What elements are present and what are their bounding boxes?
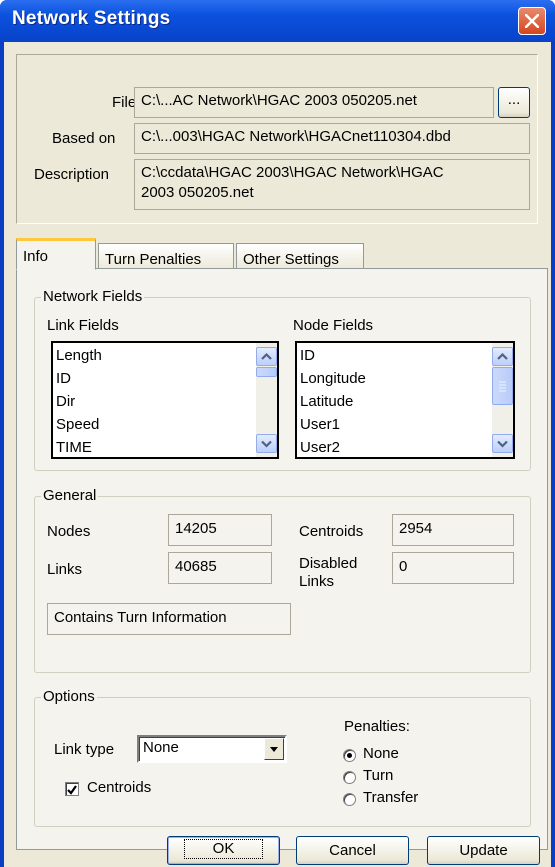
nodes-label: Nodes [47,523,91,540]
options-legend: Options [41,688,97,705]
dropdown-button[interactable] [264,738,284,760]
tab-turn-penalties[interactable]: Turn Penalties [98,243,234,269]
node-fields-label: Node Fields [293,317,374,334]
scroll-down-button[interactable] [492,434,513,453]
scroll-up-button[interactable] [492,347,513,366]
network-fields-legend: Network Fields [41,288,145,305]
chevron-down-icon [261,440,272,448]
centroids-value: 2954 [392,514,514,546]
list-item[interactable]: Dir [56,393,75,410]
link-type-label: Link type [54,741,115,758]
scroll-thumb[interactable] [492,367,513,405]
ok-button[interactable]: OK [167,836,280,865]
tab-panel-info: Network Fields Link Fields Node Fields L… [16,268,548,850]
centroids-checkbox[interactable] [65,782,79,796]
link-fields-label: Link Fields [47,317,119,334]
based-on-label: Based on [52,130,116,147]
penalties-label: Penalties: [344,718,410,735]
centroids-checkbox-label[interactable]: Centroids [87,779,151,796]
turn-info-status: Contains Turn Information [47,603,291,635]
close-icon [525,14,539,28]
description-label: Description [34,166,110,183]
penalty-turn-radio[interactable] [343,771,356,784]
disabled-links-value: 0 [392,552,514,584]
list-item[interactable]: User2 [300,439,340,456]
browse-button[interactable]: ... [498,87,530,118]
link-fields-scrollbar[interactable] [256,343,277,457]
triangle-down-icon [270,747,278,752]
chevron-down-icon [497,440,508,448]
grip-icon [499,381,506,392]
penalty-transfer-label[interactable]: Transfer [363,789,418,806]
list-item[interactable]: TIME [56,439,92,456]
file-label: File [112,94,137,111]
nodes-value: 14205 [168,514,272,546]
list-item[interactable]: Longitude [300,370,366,387]
link-type-value: None [143,739,179,756]
node-fields-list[interactable]: ID Longitude Latitude User1 User2 [295,341,515,459]
penalty-none-radio[interactable] [343,749,356,762]
centroids-label: Centroids [299,523,364,540]
tab-turn-penalties-label: Turn Penalties [105,251,202,268]
checkmark-icon [67,785,77,795]
disabled-links-label-line-2: Links [299,573,335,590]
tab-info[interactable]: Info [16,238,96,270]
general-legend: General [41,487,99,504]
chevron-up-icon [261,352,272,360]
description-line-1: C:\ccdata\HGAC 2003\HGAC Network\HGAC [141,164,444,181]
ok-button-label: OK [183,839,264,859]
list-item[interactable]: Latitude [300,393,353,410]
update-button[interactable]: Update [427,836,540,865]
penalty-none-label[interactable]: None [363,745,399,762]
list-item[interactable]: Speed [56,416,99,433]
dialog-client-area: File C:\...AC Network\HGAC 2003 050205.n… [4,42,551,867]
scroll-thumb[interactable] [256,367,277,377]
list-item[interactable]: User1 [300,416,340,433]
tab-info-label: Info [23,248,49,265]
list-item[interactable]: ID [56,370,71,387]
description-field: C:\ccdata\HGAC 2003\HGAC Network\HGAC 20… [134,159,530,210]
penalty-turn-label[interactable]: Turn [363,767,393,784]
disabled-links-label-line-1: Disabled [299,555,358,572]
based-on-field: C:\...003\HGAC Network\HGACnet110304.dbd [134,123,530,154]
link-type-select[interactable]: None [137,735,287,763]
links-label: Links [47,561,83,578]
chevron-up-icon [497,352,508,360]
list-item[interactable]: Length [56,347,102,364]
node-fields-scrollbar[interactable] [492,343,513,457]
scroll-down-button[interactable] [256,434,277,453]
cancel-button[interactable]: Cancel [296,836,409,865]
disabled-links-label: Disabled Links [299,555,357,591]
link-fields-list[interactable]: Length ID Dir Speed TIME [51,341,279,459]
close-button[interactable] [518,7,546,35]
network-settings-window: Network Settings File C:\...AC Network\H… [0,0,555,867]
window-title: Network Settings [12,8,171,29]
list-item[interactable]: ID [300,347,315,364]
tab-other-settings[interactable]: Other Settings [236,243,364,269]
scroll-up-button[interactable] [256,347,277,366]
links-value: 40685 [168,552,272,584]
file-field: C:\...AC Network\HGAC 2003 050205.net [134,87,494,118]
description-line-2: 2003 050205.net [141,184,254,201]
title-bar[interactable]: Network Settings [0,0,555,42]
radio-selected-dot [347,753,352,758]
penalty-transfer-radio[interactable] [343,793,356,806]
tab-other-settings-label: Other Settings [243,251,339,268]
